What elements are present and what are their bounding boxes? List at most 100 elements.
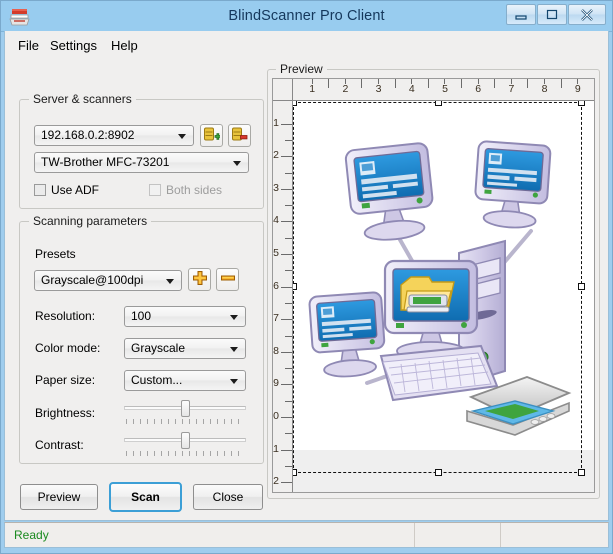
ruler-minor-tick: [378, 79, 379, 84]
ruler-label: 9: [272, 377, 279, 389]
ruler-minor-tick: [511, 79, 512, 84]
server-scanners-group: Server & scanners 192.168.0.2:8902: [19, 99, 264, 209]
ruler-label: 12: [272, 475, 279, 487]
resize-handle-se[interactable]: [578, 469, 585, 476]
ruler-tick: [428, 79, 429, 88]
ruler-label: 1: [272, 117, 279, 129]
menu-item-file[interactable]: File: [13, 37, 44, 55]
plus-icon: [192, 270, 208, 289]
remove-server-icon: [231, 126, 248, 146]
add-server-icon: [203, 126, 220, 146]
resolution-value: 100: [131, 309, 151, 323]
ruler-minor-tick: [285, 401, 292, 402]
maximize-icon[interactable]: [537, 4, 567, 25]
ruler-minor-tick: [285, 140, 292, 141]
minimize-icon[interactable]: [506, 4, 536, 25]
color-mode-label: Color mode:: [35, 341, 100, 355]
ruler-minor-tick: [285, 368, 292, 369]
ruler-label: 4: [272, 214, 279, 226]
close-button[interactable]: Close: [193, 484, 263, 510]
ruler-label: 7: [503, 83, 519, 95]
preset-value: Grayscale@100dpi: [41, 273, 143, 287]
ruler-label: 5: [437, 83, 453, 95]
ruler-tick: [281, 482, 292, 483]
presets-label: Presets: [35, 247, 76, 261]
ruler-label: 5: [272, 247, 279, 259]
add-preset-button[interactable]: [188, 268, 211, 291]
contrast-label: Contrast:: [35, 438, 84, 452]
ruler-label: 10: [272, 410, 279, 422]
title-bar: BlindScanner Pro Client: [1, 1, 612, 32]
resolution-combo[interactable]: 100: [124, 306, 246, 327]
application-window: BlindScanner Pro Client File Settings He…: [0, 0, 613, 554]
resize-handle-n[interactable]: [435, 101, 442, 106]
paper-size-value: Custom...: [131, 373, 182, 387]
paper-size-combo[interactable]: Custom...: [124, 370, 246, 391]
color-mode-combo[interactable]: Grayscale: [124, 338, 246, 359]
ruler-tick: [328, 79, 329, 88]
slider-ticks: [126, 451, 244, 456]
ruler-label: 8: [272, 345, 279, 357]
resize-handle-w[interactable]: [293, 283, 297, 290]
minus-icon: [220, 270, 236, 289]
slider-thumb[interactable]: [181, 400, 190, 417]
preview-panel[interactable]: 123456789 123456789101112: [272, 78, 595, 493]
ruler-label: 1: [304, 83, 320, 95]
ruler-tick: [361, 79, 362, 88]
ruler-corner: [273, 79, 293, 101]
checkbox-box: [149, 184, 161, 196]
ruler-tick: [527, 79, 528, 88]
menu-item-settings[interactable]: Settings: [45, 37, 102, 55]
ruler-minor-tick: [478, 79, 479, 84]
ruler-minor-tick: [544, 79, 545, 84]
scanning-parameters-group: Scanning parameters Presets Grayscale@10…: [19, 221, 264, 464]
ruler-label: 4: [404, 83, 420, 95]
ruler-minor-tick: [285, 466, 292, 467]
resize-handle-e[interactable]: [578, 283, 585, 290]
ruler-tick: [561, 79, 562, 88]
ruler-label: 9: [570, 83, 586, 95]
window-controls: [506, 4, 606, 25]
scan-button[interactable]: Scan: [109, 482, 182, 512]
ruler-label: 6: [272, 280, 279, 292]
ruler-tick: [281, 124, 292, 125]
close-icon[interactable]: [568, 4, 606, 25]
selection-marquee[interactable]: [293, 102, 582, 473]
resize-handle-s[interactable]: [435, 469, 442, 476]
menu-item-help[interactable]: Help: [106, 37, 143, 55]
params-group-title: Scanning parameters: [29, 214, 151, 228]
ruler-minor-tick: [285, 433, 292, 434]
brightness-slider[interactable]: [124, 398, 246, 424]
horizontal-ruler: 123456789: [293, 79, 594, 101]
ruler-label: 2: [337, 83, 353, 95]
contrast-slider[interactable]: [124, 430, 246, 456]
preview-canvas[interactable]: [293, 101, 594, 492]
scanner-combo[interactable]: TW-Brother MFC-73201: [34, 152, 249, 173]
resolution-label: Resolution:: [35, 309, 95, 323]
ruler-tick: [461, 79, 462, 88]
resize-handle-ne[interactable]: [578, 101, 585, 106]
ruler-label: 3: [272, 182, 279, 194]
ruler-label: 2: [272, 149, 279, 161]
resize-handle-sw[interactable]: [293, 469, 297, 476]
ruler-tick: [281, 156, 292, 157]
remove-preset-button[interactable]: [216, 268, 239, 291]
ruler-minor-tick: [285, 205, 292, 206]
ruler-tick: [281, 450, 292, 451]
ruler-minor-tick: [312, 79, 313, 84]
ruler-minor-tick: [285, 173, 292, 174]
status-separator: [500, 523, 501, 547]
slider-thumb[interactable]: [181, 432, 190, 449]
add-server-button[interactable]: [200, 124, 223, 147]
ruler-label: 8: [537, 83, 553, 95]
ruler-minor-tick: [444, 79, 445, 84]
ruler-tick: [594, 79, 595, 88]
resize-handle-nw[interactable]: [293, 101, 297, 106]
preset-combo[interactable]: Grayscale@100dpi: [34, 270, 182, 291]
remove-server-button[interactable]: [228, 124, 251, 147]
brightness-label: Brightness:: [35, 406, 95, 420]
preview-group-title: Preview: [276, 62, 327, 76]
server-address-combo[interactable]: 192.168.0.2:8902: [34, 125, 194, 146]
ruler-tick: [281, 189, 292, 190]
preview-button[interactable]: Preview: [20, 484, 98, 510]
